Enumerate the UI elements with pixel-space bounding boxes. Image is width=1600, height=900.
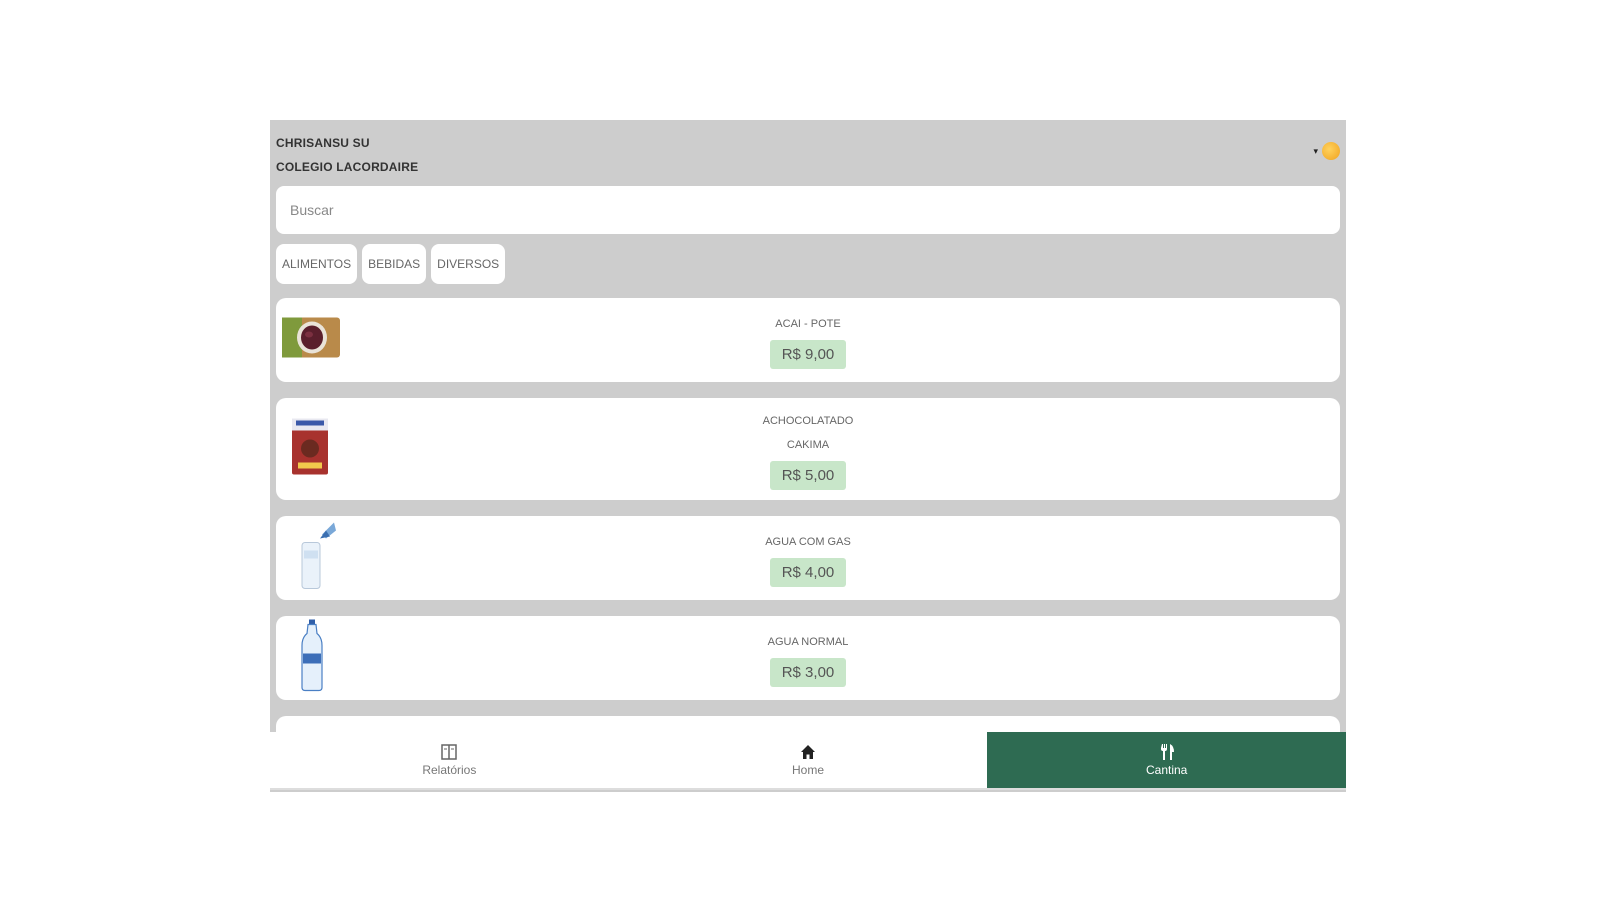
account-menu[interactable]: ▾ [1313,142,1340,160]
product-name: ACHOCOLATADO CAKIMA [762,414,854,451]
app-window: CHRISANSU SU COLEGIO LACORDAIRE ▾ ALIMEN… [270,120,1346,792]
chevron-down-icon[interactable]: ▾ [1313,146,1318,157]
bottom-navigation: Relatórios Home Cantina [270,732,1346,790]
product-item-agua-com-gas[interactable]: AGUA COM GAS R$ 4,00 [276,516,1340,600]
product-price: R$ 9,00 [769,339,847,369]
avatar-icon[interactable] [1322,142,1340,160]
category-tabs: ALIMENTOS BEBIDAS DIVERSOS [276,244,506,284]
nav-label: Home [792,763,825,777]
product-name: ACAI - POTE [775,317,841,330]
search-input[interactable] [276,186,1340,234]
reports-icon [441,744,458,760]
product-item-acai[interactable]: ACAI - POTE R$ 9,00 [276,298,1340,382]
product-price: R$ 4,00 [769,557,847,587]
home-icon [801,745,815,759]
school-name: COLEGIO LACORDAIRE [276,160,419,174]
header: CHRISANSU SU COLEGIO LACORDAIRE ▾ [270,120,1346,186]
tab-diversos[interactable]: DIVERSOS [431,244,506,284]
product-name: AGUA NORMAL [767,635,849,648]
tab-alimentos[interactable]: ALIMENTOS [276,244,358,284]
tab-bebidas[interactable]: BEBIDAS [362,244,427,284]
nav-item-cantina[interactable]: Cantina [987,732,1346,788]
product-info: ACHOCOLATADO CAKIMA R$ 5,00 [276,398,1340,500]
product-info: AGUA COM GAS R$ 4,00 [276,516,1340,600]
nav-item-relatorios[interactable]: Relatórios [270,732,629,788]
nav-item-home[interactable]: Home [629,732,988,788]
product-price: R$ 3,00 [769,657,847,687]
nav-label: Relatórios [422,763,477,777]
product-info: ACAI - POTE R$ 9,00 [276,298,1340,382]
cutlery-icon [1160,744,1174,760]
product-price: R$ 5,00 [769,460,847,490]
user-name: CHRISANSU SU [276,136,370,150]
nav-label: Cantina [1145,763,1188,777]
product-item-achocolatado[interactable]: ACHOCOLATADO CAKIMA R$ 5,00 [276,398,1340,500]
product-info: AGUA NORMAL R$ 3,00 [276,616,1340,700]
product-item-agua-normal[interactable]: AGUA NORMAL R$ 3,00 [276,616,1340,700]
product-name: AGUA COM GAS [765,535,851,548]
